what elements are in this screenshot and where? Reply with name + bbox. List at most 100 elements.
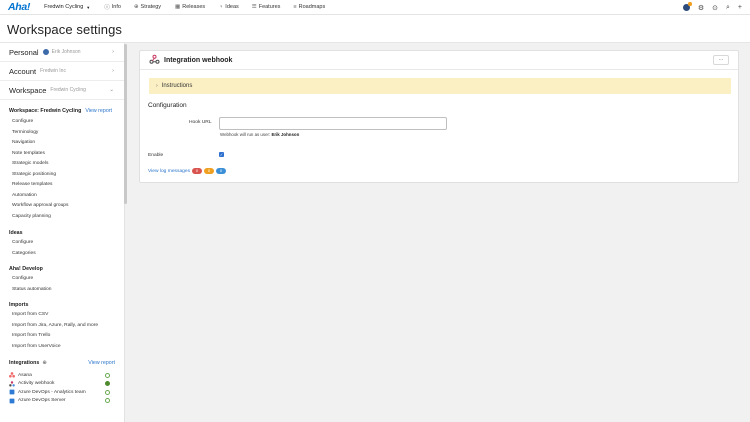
top-navigation: Aha! Fredwin Cycling ▼ ⓘ Info ⊕ Strategy… [0, 0, 750, 15]
nav-right-actions: ⚙ ⊙ ⌕ + [682, 0, 742, 15]
instructions-label: Instructions [161, 83, 193, 89]
info-count-badge: 0 [216, 168, 227, 174]
sidebar-section-account[interactable]: Account Fredwin Inc › [0, 62, 124, 81]
chevron-down-icon: ⌄ [109, 87, 114, 93]
sidebar-item-strategic-positioning[interactable]: Strategic positioning [0, 170, 124, 181]
log-link-label: View log messages [148, 168, 191, 174]
hook-url-input[interactable] [219, 117, 447, 130]
add-integration-icon[interactable]: ⊕ [42, 360, 46, 366]
aha-logo[interactable]: Aha! [8, 1, 30, 13]
more-options-button[interactable]: ··· [713, 55, 729, 65]
sidebar-item-import-jira[interactable]: Import from Jira, Azure, Rally, and more [0, 321, 124, 332]
sidebar-item-configure[interactable]: Configure [0, 117, 124, 128]
nav-strategy-label: Strategy [140, 4, 162, 10]
sidebar-section-workspace[interactable]: Workspace Fredwin Cycling ⌄ [0, 81, 124, 100]
integration-label: Azure DevOps - Analytics team [18, 389, 86, 395]
nav-features-label: Features [258, 4, 281, 10]
info-icon: ⓘ [104, 5, 110, 11]
integration-card: Integration webhook ··· › Instructions C… [139, 50, 739, 183]
sidebar-item-categories[interactable]: Categories [0, 249, 124, 260]
ideas-group-title: Ideas [9, 230, 23, 236]
sidebar-item-navigation[interactable]: Navigation [0, 138, 124, 149]
strategy-icon: ⊕ [133, 4, 139, 10]
develop-group-title: Aha! Develop [9, 266, 43, 272]
settings-sidebar: Personal Erik Johnson › Account Fredwin … [0, 43, 125, 422]
chevron-right-icon: › [156, 83, 158, 89]
sidebar-item-note-templates[interactable]: Note templates [0, 149, 124, 160]
nav-releases-label: Releases [182, 4, 206, 10]
nav-roadmaps-label: Roadmaps [298, 4, 326, 10]
roadmap-icon: ≡ [293, 4, 297, 10]
nav-roadmaps[interactable]: ≡ Roadmaps [293, 4, 325, 10]
nav-features[interactable]: ☰ Features [252, 4, 281, 10]
section-sub: Erik Johnson [51, 49, 81, 55]
sidebar-item-automation[interactable]: Automation [0, 191, 124, 202]
integration-label: Activity webhook [18, 381, 55, 387]
sidebar-item-release-templates[interactable]: Release templates [0, 180, 124, 191]
sidebar-item-ideas-configure[interactable]: Configure [0, 238, 124, 249]
status-indicator [105, 389, 110, 395]
view-report-link[interactable]: View report [88, 360, 115, 366]
hook-url-label: Hook URL [189, 120, 212, 125]
sidebar-section-personal[interactable]: Personal Erik Johnson › [0, 43, 124, 62]
imports-group-title: Imports [9, 302, 29, 308]
user-avatar[interactable] [682, 2, 692, 11]
search-icon[interactable]: ⌕ [726, 4, 730, 12]
sidebar-item-import-csv[interactable]: Import from CSV [0, 310, 124, 321]
help-icon[interactable]: ⊙ [712, 4, 718, 12]
integration-item-azure-analytics[interactable]: Azure DevOps - Analytics team [0, 388, 124, 397]
sidebar-item-import-trello[interactable]: Import from Trello [0, 331, 124, 342]
sidebar-item-terminology[interactable]: Terminology [0, 128, 124, 139]
nav-info-label: Info [111, 4, 121, 10]
azure-devops-icon [9, 398, 15, 404]
workspace-group-title: Workspace: Fredwin Cycling View report [0, 107, 124, 115]
group-title-text: Integrations [9, 359, 40, 366]
workspace-select[interactable]: Fredwin Cycling ▼ [44, 4, 90, 10]
integration-item-activity-webhook[interactable]: Activity webhook [0, 380, 124, 389]
sidebar-item-import-uservoice[interactable]: Import from UserVoice [0, 342, 124, 353]
integration-label: Azure DevOps Server [18, 398, 66, 404]
sidebar-item-workflow-approval-groups[interactable]: Workflow approval groups [0, 201, 124, 212]
chevron-right-icon: › [112, 49, 114, 55]
nav-releases[interactable]: ▦ Releases [175, 4, 205, 10]
webhook-icon [9, 381, 15, 387]
status-indicator [105, 398, 110, 404]
sidebar-item-develop-configure[interactable]: Configure [0, 274, 124, 285]
integration-item-asana[interactable]: Asana [0, 371, 124, 380]
status-indicator [105, 372, 110, 378]
section-label: Workspace [9, 85, 47, 95]
azure-devops-icon [9, 389, 15, 395]
section-label: Account [9, 66, 37, 76]
nav-info[interactable]: ⓘ Info [104, 3, 121, 11]
hook-help-prefix: Webhook will run as user: [220, 132, 271, 137]
integration-label: Asana [18, 372, 32, 378]
page-title: Workspace settings [7, 22, 122, 37]
sidebar-scrollbar[interactable] [124, 44, 127, 204]
user-avatar [42, 49, 49, 55]
nav-ideas[interactable]: ♀ Ideas [219, 4, 239, 10]
instructions-toggle[interactable]: › Instructions [149, 78, 731, 94]
chevron-right-icon: › [112, 68, 114, 74]
integration-item-azure-server[interactable]: Azure DevOps Server [0, 397, 124, 406]
workspace-select-label: Fredwin Cycling [44, 4, 84, 10]
enable-label: Enable [148, 153, 164, 158]
calendar-icon: ▦ [175, 4, 181, 10]
sidebar-item-strategic-models[interactable]: Strategic models [0, 159, 124, 170]
view-log-messages[interactable]: View log messages 0 0 0 [148, 168, 227, 174]
list-icon: ☰ [251, 4, 257, 10]
group-title-text: Workspace: Fredwin Cycling [9, 108, 82, 114]
lightbulb-icon: ♀ [219, 4, 224, 10]
error-count-badge: 0 [192, 168, 203, 174]
view-report-link[interactable]: View report [85, 108, 112, 114]
enable-checkbox[interactable]: ✓ [219, 152, 224, 157]
hook-help-user: Erik Johnson [271, 132, 300, 137]
section-sub: Fredwin Cycling [50, 87, 86, 93]
settings-icon[interactable]: ⚙ [698, 4, 704, 12]
add-icon[interactable]: + [738, 4, 742, 11]
nav-strategy[interactable]: ⊕ Strategy [134, 4, 161, 10]
sidebar-item-status-automation[interactable]: Status automation [0, 285, 124, 296]
caret-down-icon: ▼ [86, 4, 91, 10]
integrations-group-title: Integrations ⊕ View report [0, 358, 124, 367]
hook-url-help: Webhook will run as user: Erik Johnson [220, 132, 299, 137]
sidebar-item-capacity-planning[interactable]: Capacity planning [0, 212, 124, 223]
